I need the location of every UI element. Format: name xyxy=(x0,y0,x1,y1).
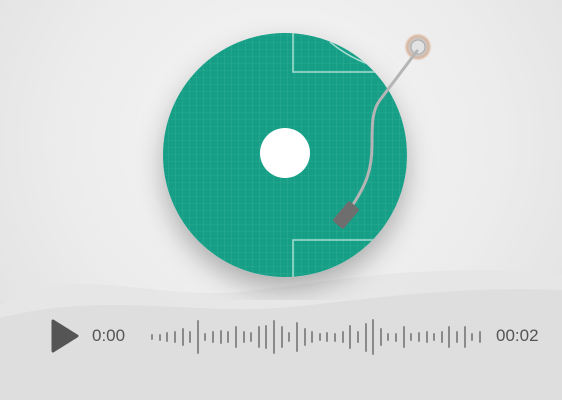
waveform-bar xyxy=(410,333,413,341)
waveform-bar xyxy=(250,332,253,342)
waveform-bar xyxy=(158,333,161,341)
total-time: 00:02 xyxy=(496,326,539,345)
waveform-bar xyxy=(295,322,298,352)
waveform-bar xyxy=(151,334,153,340)
waveform-bar xyxy=(311,331,314,343)
waveform-bar xyxy=(242,331,245,343)
waveform-bar xyxy=(402,326,405,348)
waveform-bar xyxy=(219,330,222,344)
waveform-bar xyxy=(448,326,451,348)
waveform-bar xyxy=(181,328,184,346)
waveform-bar xyxy=(387,333,390,341)
waveform-bar xyxy=(372,319,375,355)
waveform-bar xyxy=(356,331,359,343)
waveform-bar xyxy=(334,332,336,342)
waveform-bar xyxy=(478,331,481,343)
waveform-bar xyxy=(166,332,169,342)
waveform-bar xyxy=(273,320,275,354)
waveform-bar xyxy=(303,328,306,346)
waveform-bar xyxy=(349,325,352,349)
waveform-bar xyxy=(440,331,443,343)
waveform-bar xyxy=(196,320,199,354)
music-player: 0:00 00:02 xyxy=(0,0,562,400)
waveform-bar xyxy=(425,331,428,343)
waveform-scrubber[interactable] xyxy=(151,316,481,358)
waveform-bar xyxy=(463,326,466,348)
waveform-bar xyxy=(341,331,344,343)
waveform-bar xyxy=(364,322,367,352)
player-controls: 0:00 00:02 xyxy=(0,312,562,362)
record-label xyxy=(260,128,310,178)
waveform-bar xyxy=(204,333,207,341)
waveform-bar xyxy=(288,332,291,342)
waveform-bar xyxy=(326,332,329,342)
play-icon xyxy=(51,319,79,353)
current-time: 0:00 xyxy=(92,326,126,345)
waveform-bar xyxy=(265,325,268,349)
waveform-bar xyxy=(234,326,237,348)
play-button[interactable] xyxy=(50,319,80,353)
turntable xyxy=(163,33,432,277)
waveform-bar xyxy=(417,332,420,342)
waveform-bar xyxy=(212,331,214,343)
waveform-bar xyxy=(433,333,436,341)
waveform-bar xyxy=(280,326,283,348)
waveform-bar xyxy=(227,331,230,343)
waveform-bar xyxy=(173,331,176,343)
waveform-bar xyxy=(456,331,458,343)
waveform-bar xyxy=(257,326,260,348)
waveform-bar xyxy=(379,328,382,346)
waveform-bar xyxy=(471,333,474,341)
waveform-bar xyxy=(318,333,321,341)
waveform-bar xyxy=(189,331,192,343)
waveform-bar xyxy=(395,332,397,342)
